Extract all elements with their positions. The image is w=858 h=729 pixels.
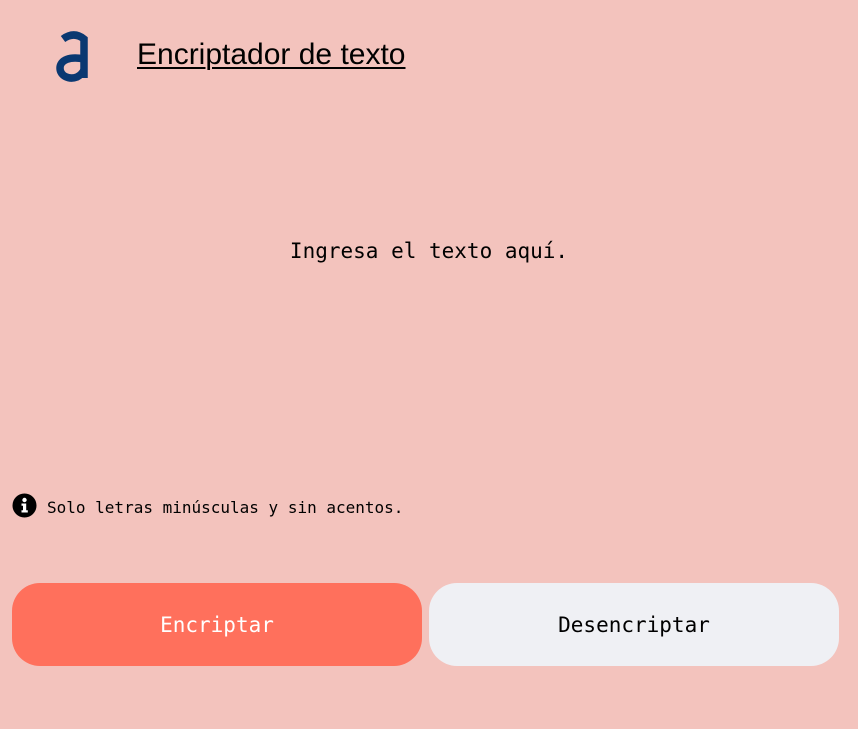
- text-input[interactable]: [20, 120, 842, 450]
- encrypt-button[interactable]: Encriptar: [12, 583, 422, 666]
- info-text: Solo letras minúsculas y sin acentos.: [47, 498, 404, 517]
- alura-a-logo-icon[interactable]: [55, 30, 93, 84]
- page-title: Encriptador de texto: [137, 38, 406, 71]
- info-note: Solo letras minúsculas y sin acentos.: [12, 493, 403, 518]
- info-circle-icon: [12, 493, 37, 518]
- page: Encriptador de texto Ingresa el texto aq…: [0, 0, 858, 729]
- decrypt-button[interactable]: Desencriptar: [429, 583, 839, 666]
